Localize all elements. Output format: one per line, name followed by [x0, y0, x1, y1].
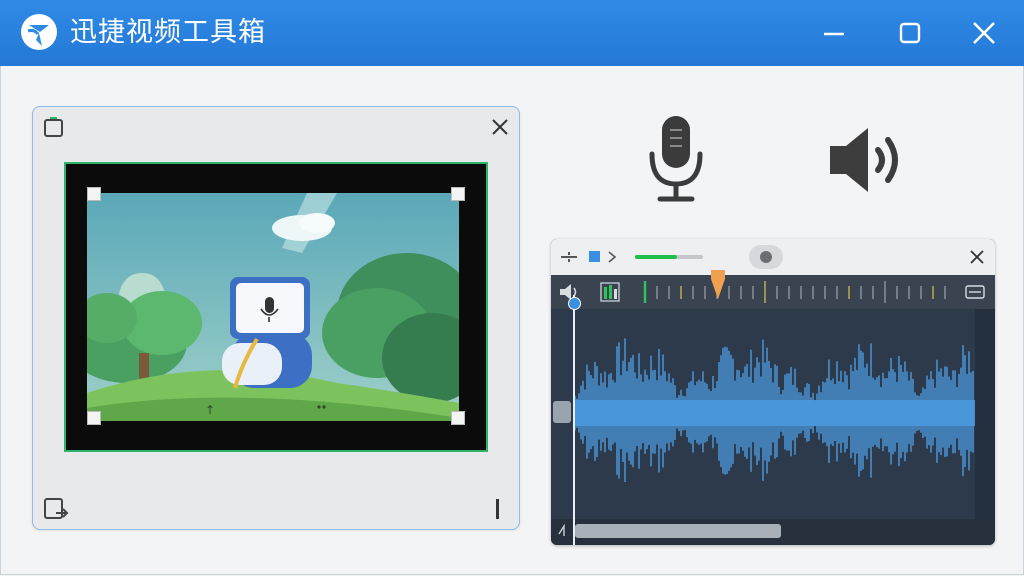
audio-waveform: [573, 338, 975, 483]
video-scene-image: ↑: [87, 193, 459, 421]
horizontal-scroll-thumb[interactable]: [575, 524, 781, 538]
svg-text:↑: ↑: [205, 403, 215, 417]
waveform-track[interactable]: [551, 309, 995, 519]
close-icon[interactable]: [488, 115, 512, 139]
input-level-fill: [635, 255, 678, 259]
expand-icon[interactable]: [43, 117, 65, 139]
record-button[interactable]: [749, 245, 783, 269]
menu-icon[interactable]: [965, 284, 985, 300]
close-icon: [973, 22, 995, 44]
close-button[interactable]: [967, 16, 1001, 50]
export-icon[interactable]: [43, 497, 69, 521]
cursor-divider: [496, 499, 499, 519]
app-title: 迅捷视频工具箱: [70, 17, 266, 48]
minimize-button[interactable]: [817, 16, 851, 50]
zoom-icon[interactable]: [557, 524, 571, 538]
horizontal-scroll-bar[interactable]: [551, 519, 995, 545]
close-icon[interactable]: [967, 247, 987, 267]
microphone-icon[interactable]: [640, 110, 712, 206]
crop-handle-bottom-left[interactable]: [87, 411, 101, 425]
timeline-ruler[interactable]: [551, 275, 995, 309]
editor-toolbar: [551, 239, 995, 275]
input-level-meter: [635, 255, 703, 259]
audio-editor-panel: [551, 239, 995, 545]
crop-handle-top-right[interactable]: [451, 187, 465, 201]
ruler-ticks: [643, 281, 946, 303]
vertical-scrollbar[interactable]: [975, 309, 995, 519]
track-handle[interactable]: [553, 401, 571, 423]
playhead-line: [573, 295, 575, 545]
stop-square-icon[interactable]: [589, 251, 600, 262]
minimize-icon: [824, 32, 844, 36]
playhead-dot[interactable]: [568, 297, 581, 310]
split-icon[interactable]: [559, 247, 579, 267]
crop-handle-bottom-right[interactable]: [451, 411, 465, 425]
crop-handle-top-left[interactable]: [87, 187, 101, 201]
maximize-button[interactable]: [893, 16, 927, 50]
waveform-core-band: [573, 400, 975, 426]
chevron-right-icon[interactable]: [606, 248, 618, 266]
playhead-marker[interactable]: [710, 269, 726, 301]
swirl-logo-icon: [21, 14, 57, 50]
title-bar: 迅捷视频工具箱: [0, 0, 1024, 66]
speaker-icon[interactable]: [824, 120, 908, 200]
video-frame[interactable]: ↑: [64, 162, 488, 452]
maximize-icon: [899, 22, 921, 44]
level-meter-icon: [600, 282, 620, 302]
video-preview-panel: ↑: [32, 106, 520, 530]
